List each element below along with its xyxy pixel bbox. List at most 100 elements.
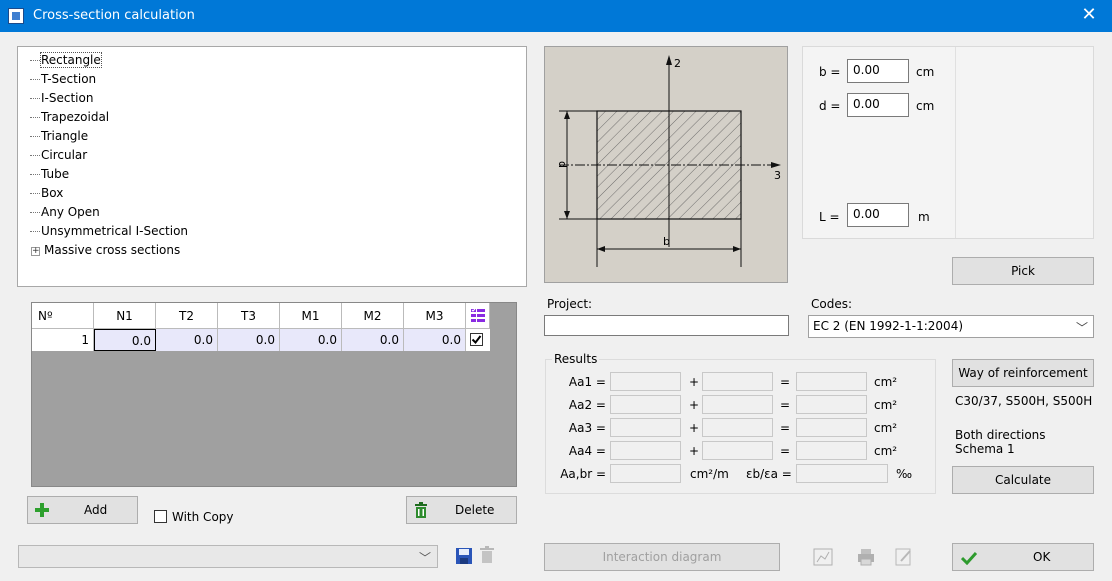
chevron-down-icon: ﹀: [1075, 321, 1088, 335]
grid-header-n1[interactable]: N1: [94, 303, 156, 329]
tree-item-any-open[interactable]: Any Open: [30, 203, 100, 222]
with-copy-label: With Copy: [172, 510, 234, 524]
print-icon: [855, 546, 877, 568]
tree-item-box[interactable]: Box: [30, 184, 63, 203]
aa4-label: Aa4 =: [568, 444, 606, 458]
save-icon[interactable]: [455, 547, 473, 565]
grid-header-select[interactable]: [466, 303, 490, 329]
codes-select[interactable]: EC 2 (EN 1992-1-1:2004) ﹀: [808, 315, 1094, 338]
section-preview: 2 3 d b: [544, 46, 788, 283]
dim-b-input[interactable]: 0.00: [847, 59, 909, 83]
aa4-field-sum: [796, 441, 867, 460]
table-row[interactable]: 1 0.0 0.0 0.0 0.0 0.0 0.0: [32, 329, 490, 351]
interaction-diagram-button: Interaction diagram: [544, 543, 780, 571]
tree-item-tube[interactable]: Tube: [30, 165, 69, 184]
preset-combo[interactable]: ﹀: [18, 545, 438, 568]
aa2-label: Aa2 =: [568, 398, 606, 412]
dim-b-field-label: b =: [819, 65, 841, 79]
aa1-eq: =: [780, 375, 791, 389]
calculate-button[interactable]: Calculate: [952, 466, 1094, 494]
trash-icon: [415, 502, 427, 518]
axis-3-label: 3: [774, 169, 781, 182]
tree-item-rectangle[interactable]: Rectangle: [30, 51, 102, 70]
axis-2-label: 2: [674, 57, 681, 70]
way-of-reinforcement-button[interactable]: Way of reinforcement: [952, 359, 1094, 387]
check-icon: [471, 335, 482, 345]
tree-item-unsymmetrical-i-section[interactable]: Unsymmetrical I-Section: [30, 222, 188, 241]
length-input[interactable]: 0.00: [847, 203, 909, 227]
aa4-plus: +: [689, 444, 700, 458]
expand-icon[interactable]: +: [31, 247, 40, 256]
grid-header-t2[interactable]: T2: [156, 303, 218, 329]
aa1-label: Aa1 =: [568, 375, 606, 389]
window-title: Cross-section calculation: [33, 8, 195, 23]
eps-label: εb/εa =: [746, 467, 792, 481]
length-field-label: L =: [819, 210, 840, 224]
section-type-tree[interactable]: Rectangle T-Section I-Section Trapezoida…: [17, 46, 527, 287]
aa2-field-a: [610, 395, 681, 414]
aa4-field-a: [610, 441, 681, 460]
dim-d-input[interactable]: 0.00: [847, 93, 909, 117]
edit-icon: [893, 546, 915, 568]
loads-grid[interactable]: Nº N1 T2 T3 M1 M2 M3 1 0.0 0.0 0.0 0.0 0…: [31, 302, 517, 487]
aa1-plus: +: [689, 375, 700, 389]
aabr-unit: cm²/m: [690, 467, 729, 481]
project-label: Project:: [547, 297, 593, 311]
aa2-field-b: [702, 395, 773, 414]
dim-d-field-label: d =: [819, 99, 841, 113]
aa4-field-b: [702, 441, 773, 460]
add-label: Add: [84, 503, 108, 517]
aa3-label: Aa3 =: [568, 421, 606, 435]
cell-m1[interactable]: 0.0: [280, 329, 342, 351]
cell-t3[interactable]: 0.0: [218, 329, 280, 351]
tree-item-massive-cross-sections[interactable]: Massive cross sections: [44, 241, 180, 260]
dim-d-label: d: [556, 161, 569, 168]
cell-n1[interactable]: 0.0: [94, 329, 156, 351]
grid-header-m3[interactable]: M3: [404, 303, 466, 329]
aa3-plus: +: [689, 421, 700, 435]
materials-text: C30/37, S500H, S500H: [955, 394, 1093, 408]
pick-button[interactable]: Pick: [952, 257, 1094, 285]
add-button[interactable]: Add: [27, 496, 138, 524]
ok-button[interactable]: OK: [952, 543, 1094, 571]
codes-label: Codes:: [811, 297, 853, 311]
grid-header-no: Nº: [32, 303, 94, 329]
eps-field: [796, 464, 888, 483]
cell-m3[interactable]: 0.0: [404, 329, 466, 351]
tree-item-trapezoidal[interactable]: Trapezoidal: [30, 108, 109, 127]
delete-label: Delete: [455, 503, 495, 517]
tree-item-circular[interactable]: Circular: [30, 146, 87, 165]
project-input[interactable]: [544, 315, 789, 336]
select-all-icon: [470, 308, 485, 322]
directions-text: Both directions: [955, 428, 1046, 442]
codes-value: EC 2 (EN 1992-1-1:2004): [813, 319, 964, 333]
row-checkbox[interactable]: [470, 333, 483, 346]
results-title: Results: [552, 352, 600, 366]
aa1-field-b: [702, 372, 773, 391]
grid-header-t3[interactable]: T3: [218, 303, 280, 329]
tree-item-i-section[interactable]: I-Section: [30, 89, 93, 108]
aa2-plus: +: [689, 398, 700, 412]
aa2-eq: =: [780, 398, 791, 412]
aa1-unit: cm²: [874, 375, 898, 389]
aabr-label: Aa,br =: [560, 467, 606, 481]
tree-item-t-section[interactable]: T-Section: [30, 70, 96, 89]
dim-b-label: b: [663, 235, 670, 248]
cell-m2[interactable]: 0.0: [342, 329, 404, 351]
cell-t2[interactable]: 0.0: [156, 329, 218, 351]
delete-preset-icon: [479, 546, 495, 564]
dim-d-unit: cm: [916, 99, 935, 113]
diagram-tool-icon: [812, 546, 834, 568]
with-copy-box[interactable]: [154, 510, 167, 523]
grid-header-m1[interactable]: M1: [280, 303, 342, 329]
aa2-field-sum: [796, 395, 867, 414]
close-button[interactable]: ✕: [1066, 0, 1112, 32]
chevron-down-icon: ﹀: [418, 551, 431, 565]
tree-item-triangle[interactable]: Triangle: [30, 127, 88, 146]
grid-header-m2[interactable]: M2: [342, 303, 404, 329]
delete-button[interactable]: Delete: [406, 496, 517, 524]
aa3-field-sum: [796, 418, 867, 437]
aa4-unit: cm²: [874, 444, 898, 458]
aa3-field-b: [702, 418, 773, 437]
aa4-eq: =: [780, 444, 791, 458]
